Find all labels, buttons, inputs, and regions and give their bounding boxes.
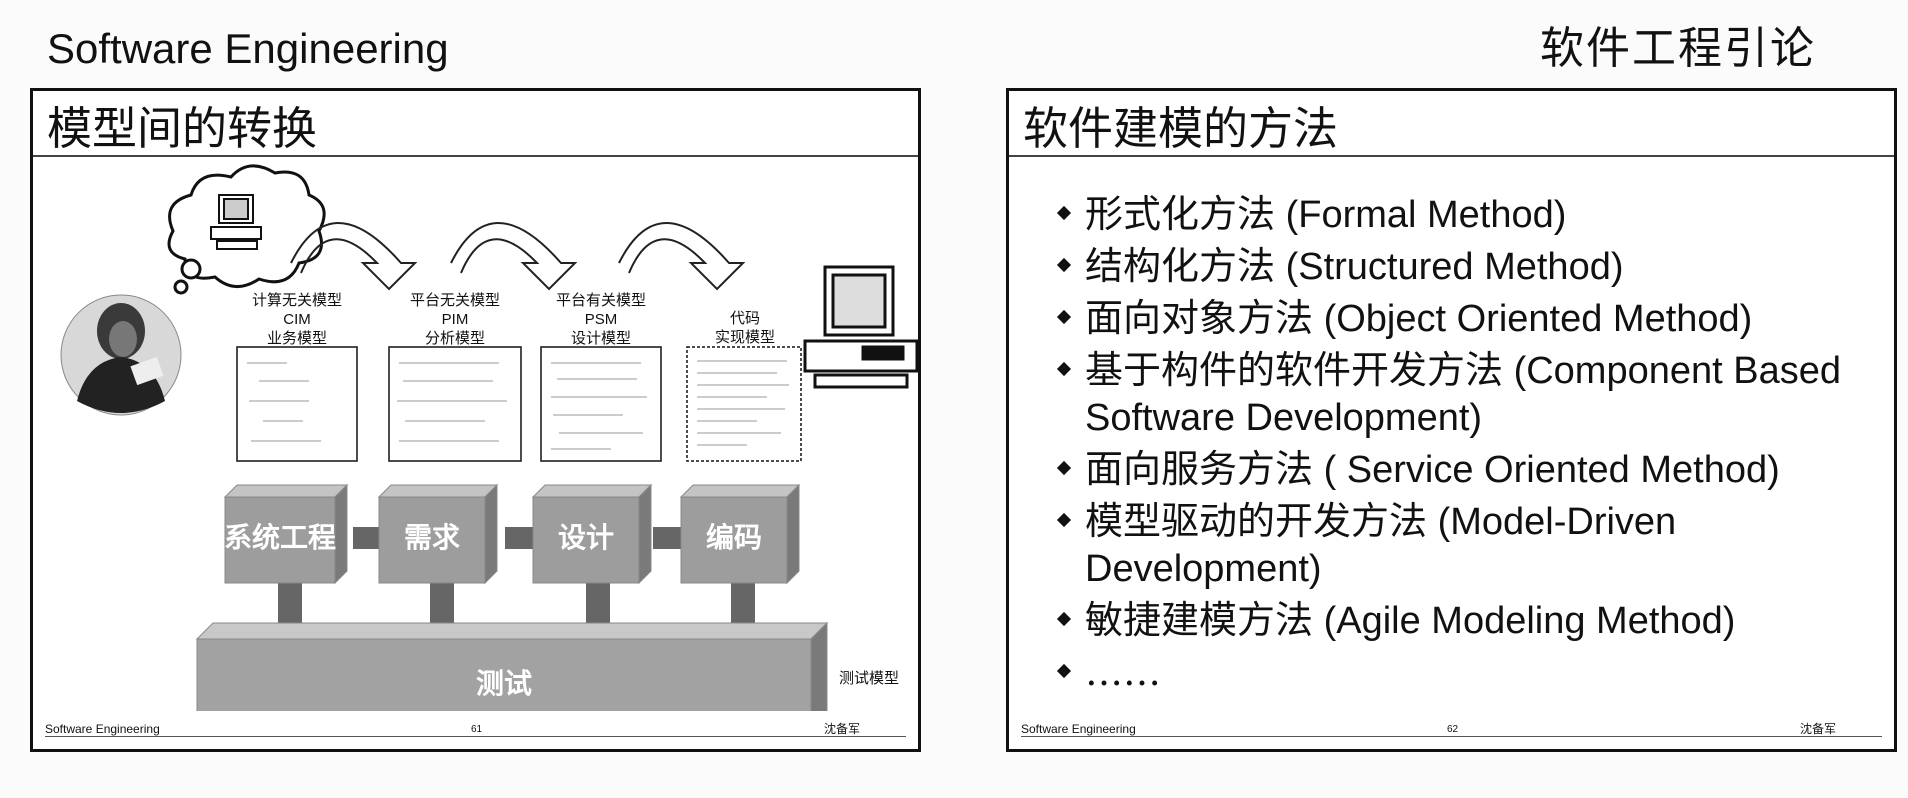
model-label-code: 代码 实现模型 (714, 309, 775, 346)
bullet-icon (1056, 611, 1072, 627)
bullet-icon (1056, 361, 1072, 377)
method-list: 形式化方法 (Formal Method) 结构化方法 (Structured … (1056, 191, 1877, 701)
bullet-icon (1056, 663, 1072, 679)
slide-page-number: 61 (471, 724, 483, 735)
slide-page-number: 62 (1447, 724, 1459, 735)
list-item: 面向对象方法 (Object Oriented Method) (1056, 295, 1877, 343)
bullet-icon (1056, 460, 1072, 476)
slide-footer-author: 沈备军 (1799, 722, 1836, 736)
stage-requirements: 需求 (403, 521, 460, 554)
slide-title: 软件建模的方法 (1023, 102, 1339, 155)
list-item: 模型驱动的开发方法 (Model-Driven Development) (1056, 498, 1877, 593)
bullet-icon (1056, 205, 1072, 221)
large-computer-icon (803, 265, 918, 389)
title-divider (1009, 155, 1894, 157)
bullet-icon (1056, 512, 1072, 528)
model-label-pim: 平台无关模型 PIM 分析模型 (409, 291, 500, 347)
model-transformation-diagram: 计算无关模型 CIM 业务模型 平台无关模型 PIM 分析模型 平台有关模型 P… (33, 91, 918, 749)
bullet-icon (1056, 309, 1072, 325)
stage-systems-engineering: 系统工程 (223, 521, 336, 554)
diagram-graphics (60, 164, 918, 711)
slide-footer-left: Software Engineering (45, 722, 160, 736)
person-photo (60, 294, 182, 416)
stage-design: 设计 (557, 521, 614, 554)
list-item: 敏捷建模方法 (Agile Modeling Method) (1056, 597, 1877, 645)
model-documents (236, 346, 802, 462)
stage-testing: 测试 (475, 667, 532, 700)
list-item: 形式化方法 (Formal Method) (1056, 191, 1877, 239)
list-item: …… (1056, 649, 1877, 697)
list-item: 面向服务方法 ( Service Oriented Method) (1056, 446, 1877, 494)
model-label-psm: 平台有关模型 PSM 设计模型 (555, 291, 646, 347)
bullet-icon (1056, 257, 1072, 273)
slide-62: 软件建模的方法 形式化方法 (Formal Method) 结构化方法 (Str… (1006, 88, 1897, 752)
page-header-left: Software Engineering (47, 25, 449, 72)
page-header-right: 软件工程引论 (1540, 23, 1816, 74)
slide-footer-author: 沈备军 (823, 722, 860, 736)
slide-61: 模型间的转换 计算无关模型 CIM 业务模型 平台无关模型 PIM 分析模型 平… (30, 88, 921, 752)
test-model-label: 测试模型 (839, 669, 900, 687)
model-label-cim: 计算无关模型 CIM 业务模型 (251, 291, 342, 347)
list-item: 结构化方法 (Structured Method) (1056, 243, 1877, 291)
stage-coding: 编码 (705, 521, 762, 554)
transform-arrows (290, 222, 746, 291)
list-item: 基于构件的软件开发方法 (Component Based Software De… (1056, 347, 1877, 442)
small-computer-icon (210, 194, 262, 250)
slide-footer-left: Software Engineering (1021, 722, 1136, 736)
